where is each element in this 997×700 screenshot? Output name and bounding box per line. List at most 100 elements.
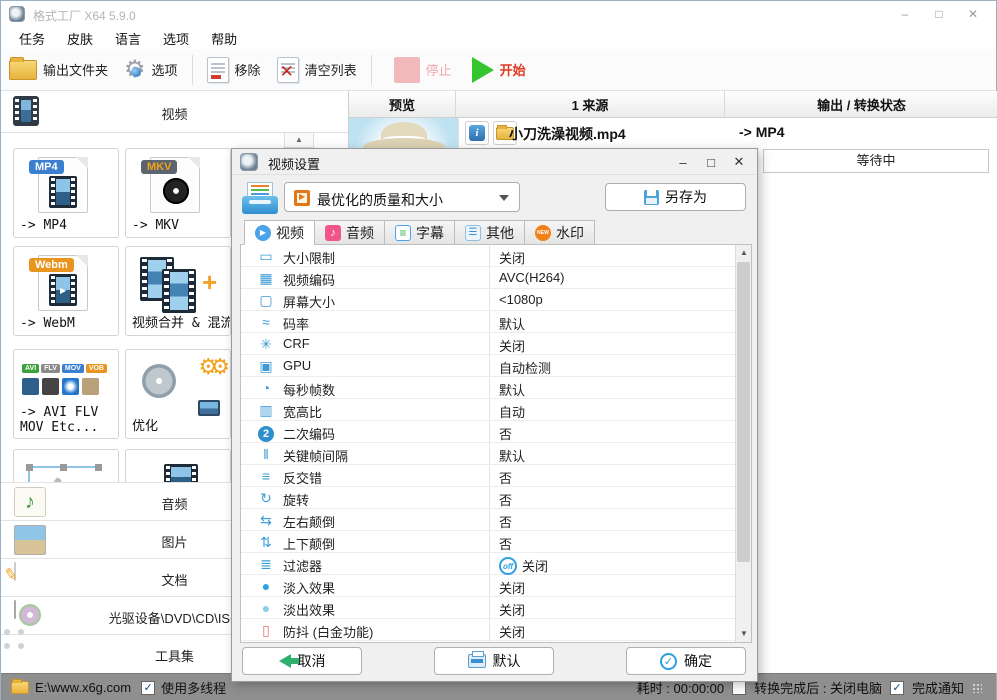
mp4-file-icon: MP4 <box>29 157 88 213</box>
close-button[interactable]: ✕ <box>956 1 990 27</box>
dialog-title-bar[interactable]: 视频设置 – □ ✕ <box>232 149 757 175</box>
resize-grip[interactable] <box>972 682 982 693</box>
setting-value[interactable]: 否 <box>499 490 512 509</box>
setting-value[interactable]: 默认 <box>499 446 525 465</box>
setting-row-fps[interactable]: ◔ 每秒帧数 默认 <box>241 377 736 399</box>
default-button[interactable]: 默认 <box>434 647 554 675</box>
fade-in-icon: ● <box>261 578 271 594</box>
format-tile--mp4[interactable]: MP4 -> MP4 <box>13 148 119 238</box>
output-path-text: E:\www.x6g.com <box>35 680 132 695</box>
menu-item-0[interactable]: 任务 <box>19 29 45 48</box>
options-button[interactable]: ⚙ 选项 <box>124 57 178 82</box>
optimize-icon <box>142 364 176 398</box>
setting-row-fade-in[interactable]: ● 淡入效果 关闭 <box>241 575 736 597</box>
cancel-button[interactable]: 取消 <box>242 647 362 675</box>
setting-value[interactable]: 否 <box>499 468 512 487</box>
format-factory-window: 格式工厂 X64 5.9.0 – □ ✕ 任务 皮肤 语言 选项 帮助 输出文件夹 ⚙ … <box>0 0 997 700</box>
setting-row-crf[interactable]: ✳ CRF 关闭 <box>241 333 736 355</box>
setting-row-deinterlace[interactable]: ≡ 反交错否 <box>241 465 736 487</box>
ok-button[interactable]: ✓ 确定 <box>626 647 746 675</box>
dialog-close-button[interactable]: ✕ <box>725 149 753 175</box>
fps-icon: ◔ <box>261 380 271 396</box>
setting-value[interactable]: 关闭 <box>499 248 525 267</box>
tab-other[interactable]: 其他 <box>454 220 524 245</box>
setting-row-stabilize[interactable]: ▯ 防抖 (白金功能) 关闭 <box>241 619 736 641</box>
setting-value[interactable]: off 关闭 <box>499 556 548 575</box>
setting-row-flip-horizontal[interactable]: ⇆ 左右颠倒否 <box>241 509 736 531</box>
setting-row-screen-size[interactable]: ▢ 屏幕大小 <1080p <box>241 289 736 311</box>
video-category-header[interactable]: 视频 <box>1 91 348 133</box>
setting-value[interactable]: AVC(H264) <box>499 270 565 285</box>
maximize-button[interactable]: □ <box>922 1 956 27</box>
menu-item-2[interactable]: 语言 <box>115 29 141 48</box>
format-tile--[interactable]: ⚙⚙ 优化 <box>125 349 231 439</box>
stop-button[interactable]: 停止 <box>393 56 452 83</box>
setting-value[interactable]: 否 <box>499 534 512 553</box>
output-path-item[interactable]: E:\www.x6g.com <box>11 679 132 695</box>
setting-value[interactable]: 关闭 <box>499 578 525 597</box>
format-tile--mkv[interactable]: MKV -> MKV <box>125 148 231 238</box>
setting-value[interactable]: 否 <box>499 424 512 443</box>
menu-item-3[interactable]: 选项 <box>163 29 189 48</box>
setting-row-size-limit[interactable]: ▭ 大小限制 关闭 <box>241 245 736 267</box>
audio-tab-icon <box>325 224 341 241</box>
scrollbar-thumb[interactable] <box>737 262 750 562</box>
dialog-minimize-button[interactable]: – <box>669 149 697 175</box>
setting-value[interactable]: 自动检测 <box>499 358 551 377</box>
setting-row-two-pass[interactable]: 2 二次编码否 <box>241 421 736 443</box>
setting-value[interactable]: 否 <box>499 512 512 531</box>
setting-value[interactable]: 默认 <box>499 380 525 399</box>
remove-button[interactable]: 移除 <box>206 56 261 83</box>
setting-value[interactable]: 关闭 <box>499 336 525 355</box>
notify-checkbox[interactable]: ✓ <box>889 680 904 695</box>
menu-item-1[interactable]: 皮肤 <box>67 29 93 48</box>
setting-value[interactable]: 关闭 <box>499 622 525 641</box>
setting-row-fade-out[interactable]: ● 淡出效果 关闭 <box>241 597 736 619</box>
multithread-checkbox[interactable]: ✓ <box>141 680 156 695</box>
save-as-button[interactable]: 另存为 <box>605 183 746 211</box>
setting-row-filter[interactable]: ≣ 过滤器 off 关闭 <box>241 553 736 575</box>
preset-combobox[interactable]: 最优化的质量和大小 <box>284 182 520 212</box>
setting-row-rotate[interactable]: ↻ 旋转否 <box>241 487 736 509</box>
tab-watermark[interactable]: NEW 水印 <box>524 220 595 245</box>
scroll-down-icon[interactable]: ▼ <box>736 626 751 642</box>
setting-value[interactable]: 自动 <box>499 402 525 421</box>
tab-subtitle[interactable]: 字幕 <box>384 220 454 245</box>
setting-value[interactable]: <1080p <box>499 292 543 307</box>
clear-list-button[interactable]: ✕ 清空列表 <box>276 56 357 83</box>
video-codec-icon: ▦ <box>259 270 273 286</box>
setting-row-aspect-ratio[interactable]: ▥ 宽高比 自动 <box>241 399 736 421</box>
tab-audio[interactable]: 音频 <box>314 220 384 245</box>
column-preview: 预览 <box>349 91 456 117</box>
scroll-up-icon[interactable]: ▲ <box>736 245 751 261</box>
tab-video[interactable]: 视频 <box>244 220 314 245</box>
multithread-option[interactable]: ✓ 使用多线程 <box>141 678 226 697</box>
rotate-icon: ↻ <box>260 490 272 506</box>
output-folder-button[interactable]: 输出文件夹 <box>9 56 108 80</box>
format-tile--[interactable]: + 视频合并 & 混流 <box>125 246 231 336</box>
start-play-icon <box>471 56 494 83</box>
minimize-button[interactable]: – <box>888 1 922 27</box>
format-tile--webm[interactable]: Webm ▶ -> WebM <box>13 246 119 336</box>
setting-row-gpu[interactable]: ▣ GPU 自动检测 <box>241 355 736 377</box>
format-tile--avi-flv-mov-etc-[interactable]: AVI FLV MOV VOB -> AVI FLV MOV Etc... <box>13 349 119 439</box>
info-icon: i <box>469 125 485 141</box>
off-badge-icon: off <box>499 556 517 575</box>
menu-bar: 任务 皮肤 语言 选项 帮助 <box>1 27 996 49</box>
start-button[interactable]: 开始 <box>471 56 526 83</box>
screen-size-icon: ▢ <box>259 292 273 308</box>
multi-format-icon: AVI FLV MOV VOB <box>22 364 107 373</box>
media-info-button[interactable]: i <box>465 121 489 145</box>
shutdown-checkbox[interactable] <box>732 680 747 695</box>
preset-drawer-icon[interactable] <box>242 182 278 214</box>
setting-row-keyframe-interval[interactable]: ‖ 关键帧间隔 默认 <box>241 443 736 465</box>
setting-row-bitrate[interactable]: ≈ 码率 默认 <box>241 311 736 333</box>
setting-value[interactable]: 关闭 <box>499 600 525 619</box>
setting-row-video-codec[interactable]: ▦ 视频编码 AVC(H264) <box>241 267 736 289</box>
setting-value[interactable]: 默认 <box>499 314 525 333</box>
menu-item-4[interactable]: 帮助 <box>211 29 237 48</box>
dialog-maximize-button[interactable]: □ <box>697 149 725 175</box>
video-settings-dialog: 视频设置 – □ ✕ 最优化的质量和大小 另存为 视频音频字幕其他NEW水印 ▭… <box>231 148 758 682</box>
setting-row-flip-vertical[interactable]: ⇅ 上下颠倒否 <box>241 531 736 553</box>
settings-scrollbar[interactable]: ▲ ▼ <box>735 245 751 642</box>
